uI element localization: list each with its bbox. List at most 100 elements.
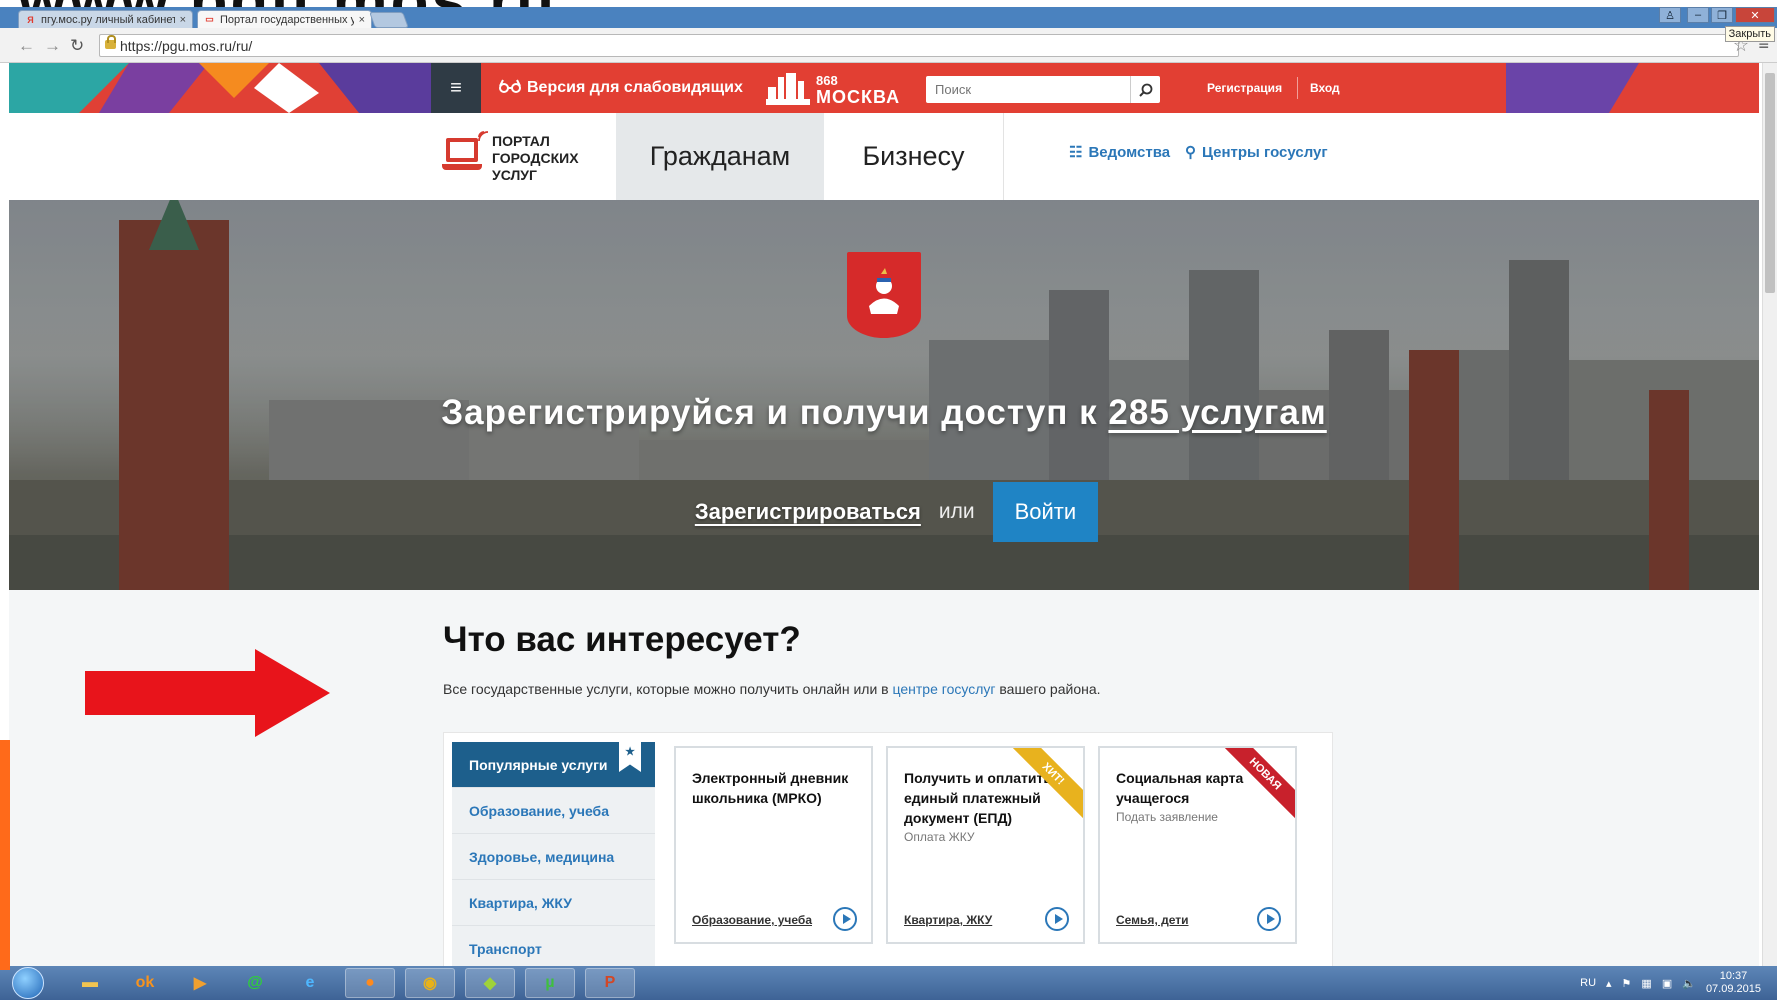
tray-expand-icon[interactable]: ▴ xyxy=(1606,977,1612,990)
language-indicator[interactable]: RU xyxy=(1580,977,1596,989)
category-transport[interactable]: Транспорт xyxy=(452,926,655,966)
laptop-icon xyxy=(442,131,489,174)
tab-business[interactable]: Бизнесу xyxy=(824,113,1004,200)
subline-text-end: вашего района. xyxy=(995,681,1101,697)
menu-icon[interactable]: ≡ xyxy=(431,63,481,113)
yandex-icon: Я xyxy=(27,14,34,25)
page-scrollbar[interactable] xyxy=(1762,63,1777,966)
search-input[interactable] xyxy=(926,82,1130,97)
service-centers-label: Центры госуслуг xyxy=(1202,143,1328,161)
service-card-social-card[interactable]: Социальная карта учащегося Подать заявле… xyxy=(1098,746,1297,944)
clock-date: 07.09.2015 xyxy=(1705,983,1761,995)
category-list: Популярные услуги ★ Образование, учеба З… xyxy=(452,742,655,966)
portal-logo[interactable]: ПОРТАЛ ГОРОДСКИХ УСЛУГ xyxy=(442,131,579,184)
play-circle-icon[interactable] xyxy=(1045,907,1069,931)
url-field[interactable]: https://pgu.mos.ru/ru/ xyxy=(99,34,1739,57)
laptop-favicon-icon: ▭ xyxy=(205,14,214,24)
hero-actions: Зарегистрироваться или Войти xyxy=(9,482,1759,542)
browser-tab-label: Портал государственных услуг xyxy=(220,13,354,26)
clock[interactable]: 10:37 07.09.2015 xyxy=(1706,970,1761,996)
media-player-icon[interactable]: ▶ xyxy=(175,968,225,998)
card-category-link[interactable]: Семья, дети xyxy=(1116,913,1189,927)
address-bar: ← → ↻ https://pgu.mos.ru/ru/ ☆ ≡ xyxy=(0,28,1777,63)
back-arrow-icon[interactable]: ← xyxy=(18,36,35,56)
service-center-link[interactable]: центре госуслуг xyxy=(893,681,996,697)
lock-icon xyxy=(105,35,116,49)
card-title: Электронный дневник школьника (МРКО) xyxy=(692,770,849,806)
register-link[interactable]: Регистрация xyxy=(1207,63,1282,113)
login-link[interactable]: Вход xyxy=(1310,63,1340,113)
tab-citizens[interactable]: Гражданам xyxy=(616,113,824,200)
card-category-link[interactable]: Образование, учеба xyxy=(692,913,812,927)
maximize-button[interactable]: ❐ xyxy=(1711,7,1733,23)
browser-tab-1[interactable]: Я пгу.мос.ру личный кабинет × xyxy=(18,10,193,28)
red-arrow-annotation xyxy=(85,649,330,737)
section-heading: Что вас интересует? xyxy=(443,620,801,659)
close-icon[interactable]: × xyxy=(180,14,186,26)
hero-title: Зарегистрируйся и получи доступ к 285 ус… xyxy=(9,393,1759,433)
display-icon[interactable]: ▣ xyxy=(1662,977,1672,990)
card-category-link[interactable]: Квартира, ЖКУ xyxy=(904,913,992,927)
site-header: ≡ Версия для слабовидящих 868 МОСКВА Рег… xyxy=(9,63,1759,113)
hero-banner: Зарегистрируйся и получи доступ к 285 ус… xyxy=(9,200,1759,590)
utorrent-icon[interactable]: µ xyxy=(525,968,575,998)
internet-explorer-icon[interactable]: e xyxy=(285,968,335,998)
game-icon[interactable]: ◆ xyxy=(465,968,515,998)
volume-icon[interactable]: 🔈 xyxy=(1682,977,1696,990)
search-box xyxy=(926,76,1160,103)
play-circle-icon[interactable] xyxy=(1257,907,1281,931)
play-circle-icon[interactable] xyxy=(833,907,857,931)
network-icon[interactable]: ▦ xyxy=(1641,977,1651,990)
close-icon[interactable]: × xyxy=(359,14,365,26)
reload-icon[interactable]: ↻ xyxy=(70,36,84,56)
chrome-icon[interactable]: ◉ xyxy=(405,968,455,998)
clock-time: 10:37 xyxy=(1719,970,1748,982)
list-icon: ☷ xyxy=(1069,144,1083,161)
scrollbar-thumb[interactable] xyxy=(1765,73,1775,293)
service-card-epd[interactable]: Получить и оплатить единый платежный док… xyxy=(886,746,1085,944)
flag-icon[interactable]: ⚑ xyxy=(1622,977,1632,990)
low-vision-label: Версия для слабовидящих xyxy=(527,79,743,96)
browser-tab-label: пгу.мос.ру личный кабинет xyxy=(41,13,175,26)
departments-link[interactable]: ☷ Ведомства xyxy=(1069,143,1171,162)
new-tab-button[interactable] xyxy=(369,12,409,28)
forward-arrow-icon[interactable]: → xyxy=(44,36,61,56)
firefox-icon[interactable]: ● xyxy=(345,968,395,998)
portal-logo-line-2: ГОРОДСКИХ xyxy=(492,150,579,166)
services-count-link[interactable]: 285 услугам xyxy=(1108,393,1326,432)
map-pin-icon: ⚲ xyxy=(1185,144,1196,161)
service-card-diary[interactable]: Электронный дневник школьника (МРКО) Обр… xyxy=(674,746,873,944)
section-subline: Все государственные услуги, которые можн… xyxy=(443,681,1101,697)
header-divider xyxy=(1297,77,1298,99)
mail-agent-icon[interactable]: @ xyxy=(230,968,280,998)
portal-logo-line-3: УСЛУГ xyxy=(492,167,537,183)
category-housing[interactable]: Квартира, ЖКУ xyxy=(452,880,655,926)
moscow-word: МОСКВА xyxy=(816,87,901,107)
window-close-button[interactable]: ✕ xyxy=(1735,7,1775,23)
category-popular[interactable]: Популярные услуги ★ xyxy=(452,742,655,788)
portal-logo-line-1: ПОРТАЛ xyxy=(492,133,550,149)
services-section: Что вас интересует? Все государственные … xyxy=(9,590,1759,966)
browser-tab-2[interactable]: ▭ Портал государственных услуг × xyxy=(197,10,372,28)
url-text: https://pgu.mos.ru/ru/ xyxy=(120,37,253,54)
start-button-icon[interactable] xyxy=(12,967,44,999)
card-subtitle: Оплата ЖКУ xyxy=(904,830,975,844)
moscow-logo[interactable]: 868 МОСКВА xyxy=(766,71,900,107)
category-health[interactable]: Здоровье, медицина xyxy=(452,834,655,880)
register-cta-link[interactable]: Зарегистрироваться xyxy=(695,499,921,525)
bookmark-star-icon: ★ xyxy=(619,742,641,772)
service-centers-link[interactable]: ⚲ Центры госуслуг xyxy=(1185,143,1328,162)
user-icon[interactable]: ♙ xyxy=(1659,7,1681,23)
login-button[interactable]: Войти xyxy=(992,482,1099,542)
powerpoint-icon[interactable]: P xyxy=(585,968,635,998)
kremlin-towers-icon xyxy=(766,73,810,105)
slide-accent-bar xyxy=(0,740,10,970)
search-icon[interactable] xyxy=(1130,76,1160,103)
category-education[interactable]: Образование, учеба xyxy=(452,788,655,834)
departments-label: Ведомства xyxy=(1088,143,1171,161)
explorer-icon[interactable]: ▬ xyxy=(65,968,115,998)
odnoklassniki-icon[interactable]: ok xyxy=(120,968,170,998)
or-text: или xyxy=(938,500,975,523)
minimize-button[interactable]: – xyxy=(1687,7,1709,23)
low-vision-link[interactable]: Версия для слабовидящих xyxy=(499,63,743,113)
